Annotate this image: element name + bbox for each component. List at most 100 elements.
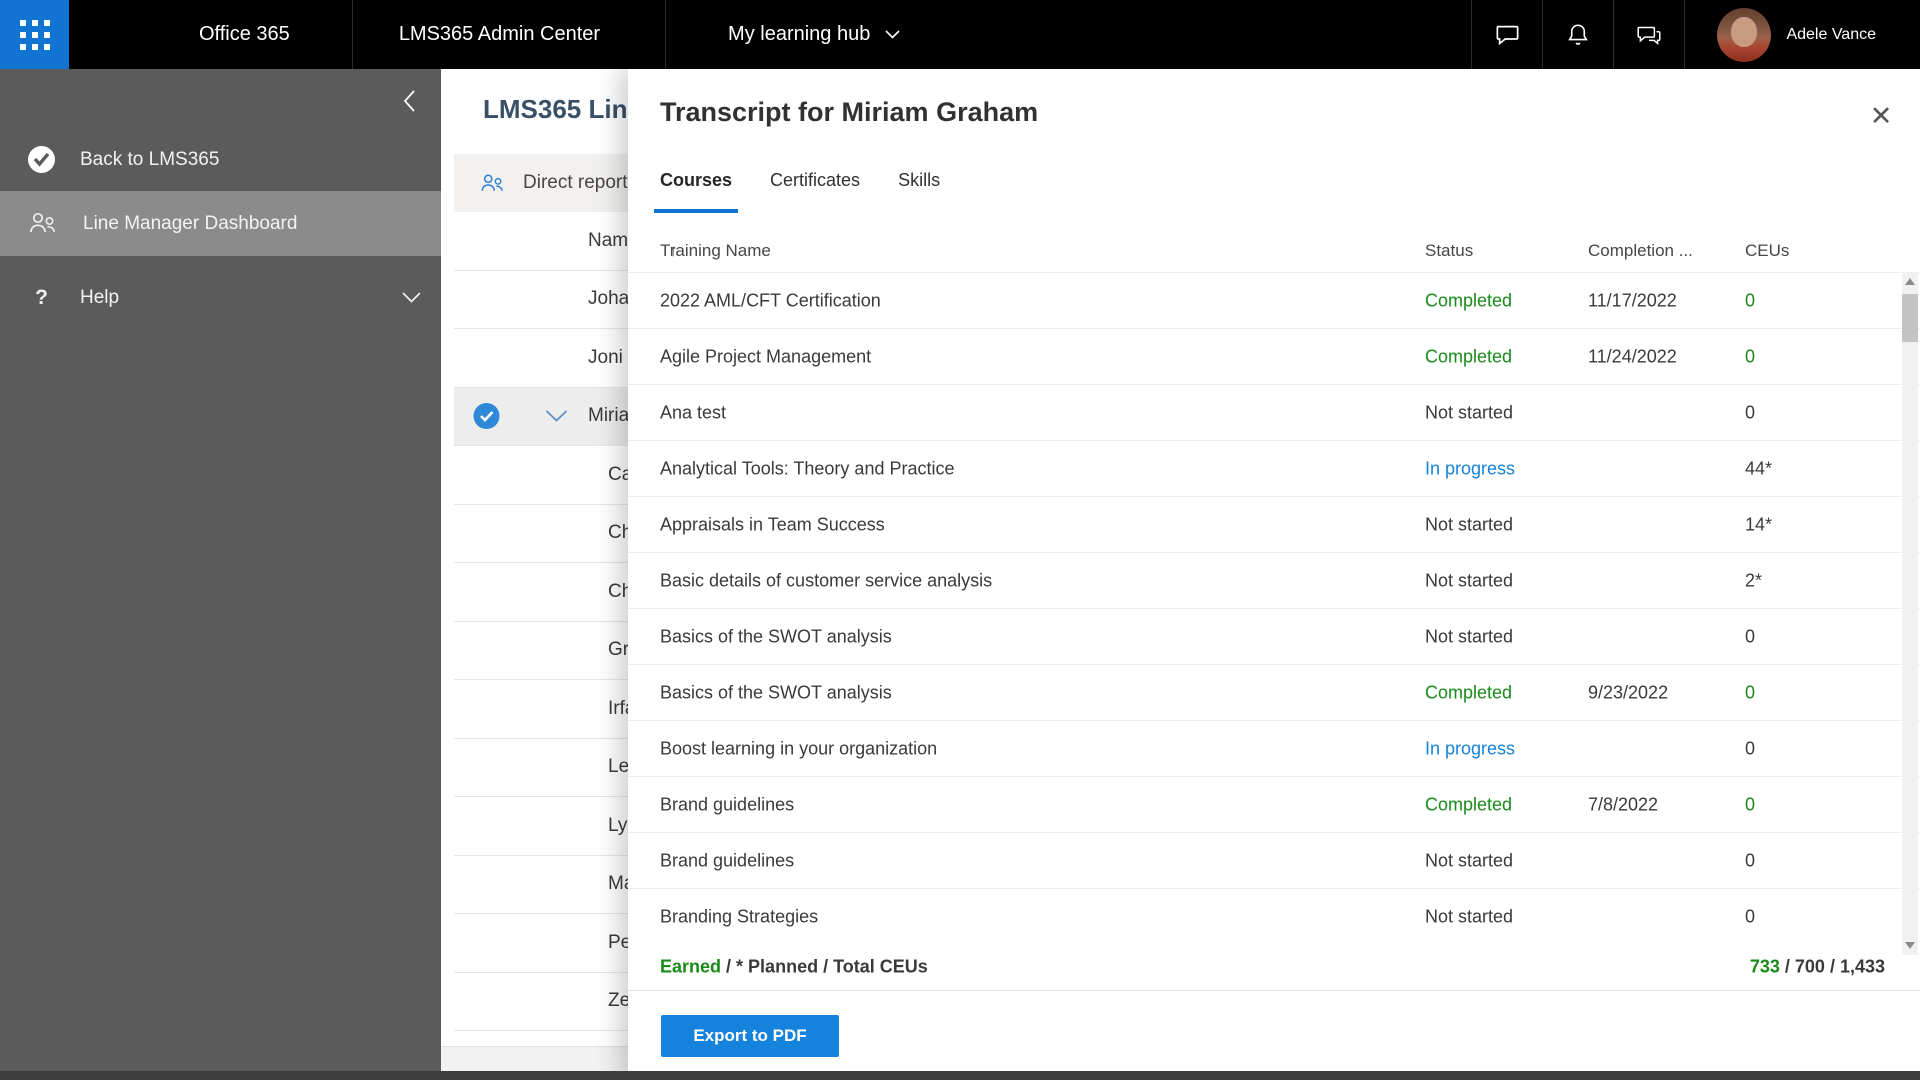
course-name: Branding Strategies xyxy=(660,906,819,926)
learning-hub-label: My learning hub xyxy=(728,23,871,45)
course-name: Basics of the SWOT analysis xyxy=(660,682,892,702)
course-status: Not started xyxy=(1425,850,1514,870)
export-to-pdf-button[interactable]: Export to PDF xyxy=(661,1015,839,1057)
course-ceus: 0 xyxy=(1745,290,1756,310)
scroll-up-arrow[interactable] xyxy=(1902,274,1918,289)
report-row-label: Miria xyxy=(588,405,630,427)
course-status: In progress xyxy=(1425,458,1516,478)
column-ceus[interactable]: CEUs xyxy=(1745,241,1789,261)
feedback-icon xyxy=(1635,21,1663,49)
course-row: Basic details of customer service analys… xyxy=(628,553,1920,609)
course-row: Brand guidelines Not started 0 xyxy=(628,833,1920,889)
course-row: Agile Project Management Completed 11/24/2… xyxy=(628,329,1920,385)
completion-date: 11/17/2022 xyxy=(1588,290,1677,310)
course-row: Ana test Not started 0 xyxy=(628,385,1920,441)
sidebar-collapse-button[interactable] xyxy=(395,87,423,115)
ceu-summary-label: Earned / * Planned / Total CEUs xyxy=(660,956,928,977)
course-ceus: 0 xyxy=(1745,682,1756,702)
course-name: Appraisals in Team Success xyxy=(660,514,885,534)
course-row: Brand guidelines Completed 7/8/2022 0 xyxy=(628,777,1920,833)
course-ceus: 0 xyxy=(1745,738,1756,758)
learning-hub-menu[interactable]: My learning hub xyxy=(665,0,940,69)
admin-center-link[interactable]: LMS365 Admin Center xyxy=(351,0,665,69)
course-row: Basics of the SWOT analysis Not started 0 xyxy=(628,609,1920,665)
sidebar-item-line-manager-dashboard[interactable]: Line Manager Dashboard xyxy=(0,191,441,256)
course-name: 2022 AML/CFT Certification xyxy=(660,290,881,310)
course-status: Not started xyxy=(1425,402,1514,422)
course-ceus: 0 xyxy=(1745,346,1756,366)
sidebar-item-help[interactable]: ? Help xyxy=(0,265,441,330)
column-completion[interactable]: Completion ... xyxy=(1588,241,1693,261)
course-name: Boost learning in your organization xyxy=(660,738,938,758)
scroll-down-arrow[interactable] xyxy=(1902,938,1918,953)
lms365-logo-icon xyxy=(28,146,55,173)
course-row: Appraisals in Team Success Not started 14* xyxy=(628,497,1920,553)
bell-icon xyxy=(1565,22,1591,48)
course-status: Completed xyxy=(1425,794,1513,814)
ceu-summary-row: Earned / * Planned / Total CEUs 733 / 70… xyxy=(628,944,1920,991)
course-name: Analytical Tools: Theory and Practice xyxy=(660,458,955,478)
course-row: Boost learning in your organization In pr… xyxy=(628,721,1920,777)
avatar xyxy=(1717,7,1772,62)
close-button[interactable]: ✕ xyxy=(1864,99,1898,133)
course-status: Not started xyxy=(1425,906,1514,926)
expand-chevron-icon[interactable] xyxy=(545,410,568,423)
course-name: Brand guidelines xyxy=(660,850,795,870)
column-status[interactable]: Status xyxy=(1425,241,1473,261)
people-group-icon xyxy=(479,172,506,195)
report-row-label: Ze xyxy=(608,990,631,1012)
course-ceus: 0 xyxy=(1745,402,1756,422)
transcript-panel: Transcript for Miriam Graham ✕ Courses C… xyxy=(628,69,1920,1080)
report-row-label: Gr xyxy=(608,639,630,661)
course-row: Branding Strategies Not started 0 xyxy=(628,889,1920,944)
report-row-label: Le xyxy=(608,756,630,778)
screen: Office 365 LMS365 Admin Center My learni… xyxy=(0,0,1920,1080)
topbar-actions: Adele Vance xyxy=(1471,0,1920,69)
sidebar-item-back-to-lms365[interactable]: Back to LMS365 xyxy=(0,127,441,192)
window-bottom-edge xyxy=(0,1071,1920,1080)
course-status: Not started xyxy=(1425,626,1514,646)
course-ceus: 0 xyxy=(1745,906,1756,926)
chevron-down-icon xyxy=(402,292,421,303)
courses-table: 2022 AML/CFT Certification Completed 11/17… xyxy=(628,272,1920,944)
completion-date: 9/23/2022 xyxy=(1588,682,1669,702)
tab-skills[interactable]: Skills xyxy=(898,170,940,205)
sidebar-item-label: Help xyxy=(80,286,120,308)
question-mark-icon: ? xyxy=(35,285,48,309)
vertical-scrollbar[interactable] xyxy=(1902,272,1918,955)
course-status: Not started xyxy=(1425,514,1514,534)
course-status: Completed xyxy=(1425,290,1513,310)
scrollbar-thumb[interactable] xyxy=(1902,294,1918,342)
app-launcher-button[interactable] xyxy=(0,0,69,69)
chat-icon xyxy=(1494,21,1521,48)
sidebar-item-label: Back to LMS365 xyxy=(80,148,220,170)
chevron-left-icon xyxy=(403,89,416,113)
ceu-summary-values: 733 / 700 / 1,433 xyxy=(1749,956,1885,977)
course-ceus: 0 xyxy=(1745,794,1756,814)
close-icon: ✕ xyxy=(1869,100,1893,131)
waffle-icon xyxy=(19,19,50,50)
user-menu[interactable]: Adele Vance xyxy=(1684,0,1920,69)
course-ceus: 14* xyxy=(1745,514,1773,534)
feedback-button[interactable] xyxy=(1613,0,1684,69)
panel-title: Transcript for Miriam Graham xyxy=(660,97,1039,127)
course-status: Not started xyxy=(1425,570,1514,590)
course-name: Brand guidelines xyxy=(660,794,795,814)
chevron-down-icon xyxy=(885,30,900,39)
course-row: Basics of the SWOT analysis Completed 9/23… xyxy=(628,665,1920,721)
sidebar: Back to LMS365 Line Manager Dashboard ? … xyxy=(0,69,441,1080)
course-status: Completed xyxy=(1425,682,1513,702)
chat-button[interactable] xyxy=(1471,0,1542,69)
course-ceus: 2* xyxy=(1745,570,1763,590)
tab-courses[interactable]: Courses xyxy=(653,170,739,213)
tab-certificates[interactable]: Certificates xyxy=(770,170,860,205)
people-group-icon xyxy=(28,210,58,237)
tab-bar: Courses Certificates Skills xyxy=(653,170,940,213)
notifications-button[interactable] xyxy=(1542,0,1613,69)
course-row: 2022 AML/CFT Certification Completed 11/17… xyxy=(628,273,1920,329)
selected-check-icon[interactable] xyxy=(473,403,500,430)
course-ceus: 0 xyxy=(1745,850,1756,870)
course-status: Completed xyxy=(1425,346,1513,366)
office-365-link[interactable]: Office 365 xyxy=(69,0,352,69)
course-ceus: 44* xyxy=(1745,458,1773,478)
